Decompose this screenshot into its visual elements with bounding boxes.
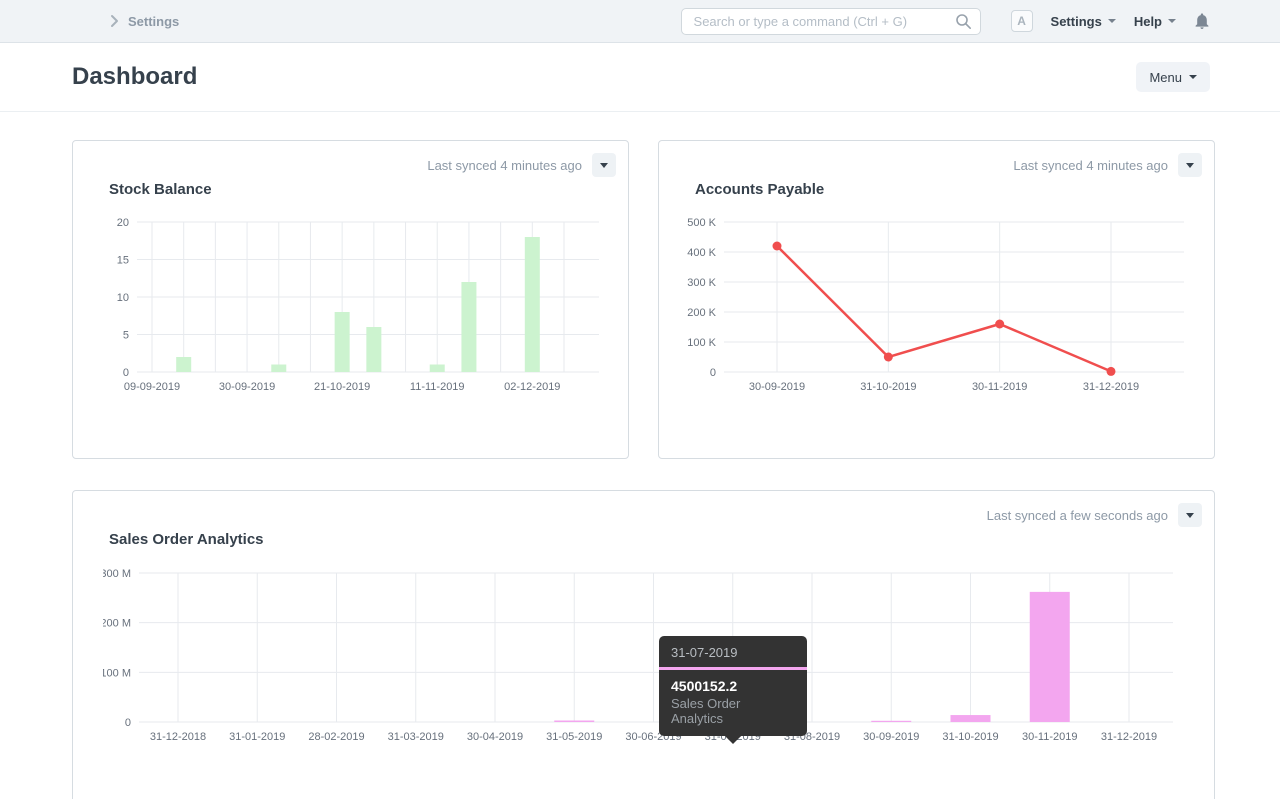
- settings-menu[interactable]: Settings: [1051, 14, 1116, 29]
- svg-text:31-01-2019: 31-01-2019: [229, 731, 285, 743]
- stock-balance-card: Last synced 4 minutes ago Stock Balance …: [72, 140, 629, 459]
- tooltip-value: 4500152.2: [671, 678, 738, 694]
- svg-text:30-11-2019: 30-11-2019: [972, 381, 1027, 393]
- avatar-letter: A: [1017, 14, 1026, 28]
- svg-text:30-09-2019: 30-09-2019: [863, 731, 919, 743]
- last-synced-text: Last synced a few seconds ago: [986, 507, 1168, 523]
- breadcrumb-chevron-icon: [110, 14, 119, 28]
- chart-tooltip: 31-07-2019 4500152.2 Sales Order Analyti…: [659, 636, 807, 744]
- last-synced-text: Last synced 4 minutes ago: [427, 157, 582, 173]
- svg-text:300 M: 300 M: [103, 568, 131, 580]
- svg-text:300 K: 300 K: [687, 277, 716, 289]
- svg-text:31-12-2018: 31-12-2018: [150, 731, 206, 743]
- chevron-down-icon: [1107, 19, 1116, 23]
- notifications-bell-icon[interactable]: [1194, 12, 1210, 30]
- svg-text:30-09-2019: 30-09-2019: [219, 381, 275, 393]
- svg-text:200 M: 200 M: [103, 618, 131, 630]
- svg-text:10: 10: [117, 292, 129, 304]
- settings-menu-label: Settings: [1050, 13, 1102, 29]
- menu-button[interactable]: Menu: [1136, 62, 1210, 92]
- tooltip-series: Sales Order Analytics: [671, 696, 741, 726]
- svg-text:31-12-2019: 31-12-2019: [1083, 381, 1139, 393]
- tooltip-pointer-icon: [725, 736, 741, 744]
- cards-row: Last synced 4 minutes ago Stock Balance …: [72, 140, 1215, 459]
- help-menu[interactable]: Help: [1134, 14, 1176, 29]
- chevron-down-icon: [1189, 75, 1197, 79]
- avatar[interactable]: A: [1010, 10, 1033, 32]
- search-input[interactable]: [680, 7, 981, 35]
- sales-order-analytics-chart[interactable]: 0 100 M 200 M 300 M 31-12-2018 31-01-2019 28-0…: [103, 553, 1203, 753]
- card-sync-row: Last synced 4 minutes ago: [427, 153, 616, 177]
- svg-text:30-04-2019: 30-04-2019: [467, 731, 523, 743]
- chevron-down-icon: [1186, 512, 1194, 518]
- svg-text:31-03-2019: 31-03-2019: [388, 731, 444, 743]
- global-search: [680, 7, 981, 35]
- svg-text:02-12-2019: 02-12-2019: [504, 381, 560, 393]
- svg-text:5: 5: [123, 330, 129, 342]
- card-sync-row: Last synced a few seconds ago: [987, 503, 1202, 527]
- svg-text:0: 0: [125, 717, 131, 729]
- tooltip-date: 31-07-2019: [671, 645, 738, 660]
- svg-text:30-11-2019: 30-11-2019: [1022, 731, 1077, 743]
- card-menu-button[interactable]: [1178, 153, 1202, 177]
- svg-text:31-10-2019: 31-10-2019: [942, 731, 998, 743]
- search-icon: [955, 13, 972, 35]
- chart-title: Stock Balance: [109, 181, 212, 198]
- svg-text:0: 0: [710, 367, 716, 379]
- svg-text:31-10-2019: 31-10-2019: [860, 381, 916, 393]
- svg-text:11-11-2019: 11-11-2019: [410, 381, 465, 393]
- menu-button-label: Menu: [1149, 69, 1182, 85]
- svg-text:31-12-2019: 31-12-2019: [1101, 731, 1157, 743]
- chevron-down-icon: [1186, 162, 1194, 168]
- svg-text:100 M: 100 M: [103, 667, 131, 679]
- chart-title: Accounts Payable: [695, 181, 825, 198]
- navbar-right: A Settings Help: [1010, 10, 1210, 32]
- page-title: Dashboard: [72, 63, 198, 90]
- stock-balance-chart[interactable]: 0 5 10 15 20 09-09-2019 30-09-2019 21-10-2019 11…: [101, 211, 626, 401]
- sales-order-analytics-card: Last synced a few seconds ago Sales Orde…: [72, 490, 1215, 799]
- last-synced-text: Last synced 4 minutes ago: [1013, 157, 1168, 173]
- svg-text:09-09-2019: 09-09-2019: [124, 381, 180, 393]
- svg-text:100 K: 100 K: [687, 337, 716, 349]
- svg-text:500 K: 500 K: [687, 217, 716, 229]
- card-menu-button[interactable]: [592, 153, 616, 177]
- navbar: Settings A Settings Help: [0, 0, 1280, 43]
- card-sync-row: Last synced 4 minutes ago: [1013, 153, 1202, 177]
- svg-text:21-10-2019: 21-10-2019: [314, 381, 370, 393]
- svg-text:20: 20: [117, 217, 129, 229]
- svg-text:200 K: 200 K: [687, 307, 716, 319]
- breadcrumb-settings-link[interactable]: Settings: [128, 14, 179, 29]
- svg-text:0: 0: [123, 367, 129, 379]
- card-menu-button[interactable]: [1178, 503, 1202, 527]
- chevron-down-icon: [600, 162, 608, 168]
- accounts-payable-card: Last synced 4 minutes ago Accounts Payab…: [658, 140, 1215, 459]
- page-header: Dashboard Menu: [0, 43, 1280, 112]
- svg-text:400 K: 400 K: [687, 247, 716, 259]
- svg-text:31-05-2019: 31-05-2019: [546, 731, 602, 743]
- dashboard-content: Last synced 4 minutes ago Stock Balance …: [0, 112, 1280, 799]
- svg-text:15: 15: [117, 255, 129, 267]
- svg-text:28-02-2019: 28-02-2019: [308, 731, 364, 743]
- accounts-payable-chart[interactable]: 0 100 K 200 K 300 K 400 K 500 K 30-09-2019 31-1…: [687, 211, 1212, 401]
- chart-title: Sales Order Analytics: [109, 531, 264, 548]
- help-menu-label: Help: [1133, 13, 1162, 29]
- svg-text:30-09-2019: 30-09-2019: [749, 381, 805, 393]
- breadcrumb: Settings: [110, 14, 179, 29]
- chevron-down-icon: [1168, 19, 1176, 23]
